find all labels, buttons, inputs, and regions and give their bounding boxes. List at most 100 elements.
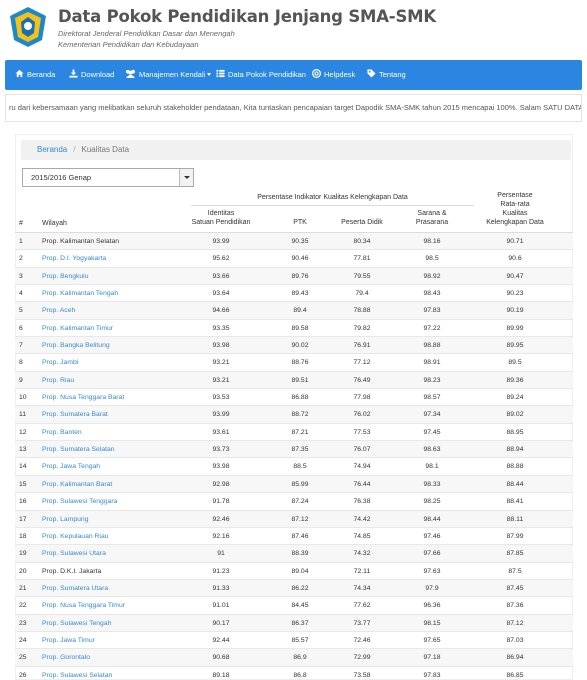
table-row: 6 Prop. Kalimantan Timur 93.35 89.58 79.82 97… [15,320,573,338]
row-wilayah[interactable]: Prop. Aceh [42,302,75,319]
row-wilayah[interactable]: Prop. Sumatera Barat [42,406,108,423]
caret-down-icon [207,73,212,76]
semester-select[interactable]: 2015/2016 Genap [22,168,194,187]
row-ptk: 86.9 [293,654,307,662]
row-wilayah[interactable]: Prop. Sumatera Utara [42,580,108,597]
breadcrumb-current: Kualitas Data [81,145,130,154]
nav-beranda[interactable]: Beranda [15,60,55,90]
row-sarana: 98.44 [423,515,441,523]
select-arrow-icon[interactable] [179,169,193,186]
row-wilayah[interactable]: Prop. Jambi [42,354,78,371]
row-wilayah[interactable]: Prop. Kalimantan Barat [42,476,112,493]
row-number: 4 [19,290,23,298]
table-row: 9 Prop. Riau 93.21 89.51 76.49 98.23 89.36 [15,371,573,390]
row-ptk: 88.39 [291,550,309,558]
row-wilayah[interactable]: Prop. Jawa Tengah [42,458,100,475]
row-wilayah[interactable]: Prop. Gorontalo [42,649,90,666]
nav-download[interactable]: Download [69,60,114,90]
header-no: # [19,220,23,227]
row-number: 2 [19,255,23,263]
row-identitas: 90.68 [212,654,230,662]
row-number: 16 [19,498,27,506]
table-row: 24 Prop. Jawa Timur 92.44 85.57 72.46 97.65 87… [15,632,573,650]
row-peserta-didik: 74.85 [353,532,371,540]
nav-helpdesk[interactable]: Helpdesk [312,60,355,90]
row-wilayah[interactable]: Prop. Bengkulu [42,268,88,285]
row-wilayah[interactable]: Prop. Nusa Tenggara Barat [42,389,124,406]
row-number: 6 [19,324,23,332]
table-row: 14 Prop. Jawa Tengah 93.98 88.5 74.94 98.1 88.… [15,458,573,476]
row-rata-rata: 89.36 [506,376,524,384]
row-number: 10 [19,394,27,402]
header-avg-line3: Kualitas [502,210,528,217]
row-wilayah[interactable]: Prop. Sulawesi Tenggara [42,493,117,510]
row-rata-rata: 90.19 [506,307,524,315]
row-number: 24 [19,636,27,644]
row-ptk: 87.35 [291,446,309,454]
tut-wuri-handayani-logo [10,7,46,47]
row-sarana: 98.5 [425,255,439,263]
row-sarana: 98.16 [423,238,441,245]
row-ptk: 86.37 [291,619,309,627]
row-wilayah[interactable]: Prop. D.I. Yogyakarta [42,250,106,267]
row-wilayah[interactable]: Prop. Sumatera Selatan [42,441,115,458]
nav-tentang[interactable]: Tentang [367,60,406,90]
row-number: 12 [19,428,27,436]
row-wilayah[interactable]: Prop. Bangka Belitung [42,337,110,354]
row-wilayah[interactable]: Prop. Sulawesi Selatan [42,667,112,680]
row-number: 14 [19,463,27,471]
row-sarana: 98.15 [423,619,441,627]
row-sarana: 97.83 [423,307,441,315]
row-identitas: 93.21 [212,376,230,384]
row-sarana: 97.22 [423,324,441,332]
row-wilayah[interactable]: Prop. Kepulauan Riau [42,528,109,545]
table-row: 7 Prop. Bangka Belitung 93.98 90.02 76.91 98.… [15,337,573,355]
table-row: 19 Prop. Sulawesi Utara 91 88.39 74.32 97.66 8… [15,545,573,563]
row-sarana: 98.92 [423,272,441,280]
row-wilayah[interactable]: Prop. Kalimantan Timur [42,320,113,337]
row-wilayah[interactable]: Prop. Riau [42,372,74,389]
nav-data-pokok-label: Data Pokok Pendidikan [228,70,306,79]
row-sarana: 97.9 [425,584,439,592]
row-wilayah[interactable]: Prop. Sulawesi Tengah [42,615,111,632]
table-row: 22 Prop. Nusa Tenggara Timur 91.01 84.45 77.… [15,597,573,615]
breadcrumb: Beranda / Kualitas Data [21,140,571,160]
support-icon [312,69,321,78]
row-rata-rata: 87.85 [506,550,524,558]
nav-data-pokok[interactable]: Data Pokok Pendidikan [216,60,306,90]
row-sarana: 98.33 [423,480,441,488]
row-wilayah[interactable]: Prop. Kalimantan Tengah [42,285,118,302]
row-wilayah[interactable]: Prop. Banten [42,424,82,441]
row-wilayah[interactable]: Prop. Sulawesi Utara [42,545,106,562]
row-peserta-didik: 79.55 [353,272,371,280]
table-row: 26 Prop. Sulawesi Selatan 89.18 86.8 73.58 97… [15,667,573,680]
row-rata-rata: 87.12 [506,619,524,627]
row-sarana: 97.45 [423,428,441,436]
row-peserta-didik: 74.42 [353,515,371,523]
row-rata-rata: 89.99 [506,324,524,332]
row-peserta-didik: 72.11 [353,567,371,575]
row-sarana: 98.25 [423,498,441,506]
row-sarana: 97.18 [423,654,441,662]
row-peserta-didik: 76.02 [353,411,371,419]
row-wilayah[interactable]: Prop. Nusa Tenggara Timur [42,597,125,614]
row-number: 26 [19,671,27,679]
row-sarana: 98.91 [423,359,441,367]
nav-manajemen-kendali[interactable]: Manajemen Kendali [125,60,212,90]
row-identitas: 92.98 [212,480,230,488]
row-number: 20 [19,567,27,575]
row-sarana: 97.63 [423,567,441,575]
row-peserta-didik: 76.44 [353,480,371,488]
row-ptk: 89.4 [293,307,307,315]
nav-download-label: Download [81,70,115,79]
table-row: 17 Prop. Lampung 92.46 87.12 74.42 98.44 88.11 [15,510,573,528]
row-wilayah[interactable]: Prop. Lampung [42,511,88,528]
header-ptk: PTK [293,219,307,226]
row-wilayah[interactable]: Prop. Jawa Timur [42,632,95,649]
row-ptk: 89.51 [291,376,309,384]
header-sarana-line1: Sarana & [417,210,447,217]
row-ptk: 88.72 [291,411,309,419]
breadcrumb-home-link[interactable]: Beranda [37,145,67,154]
row-identitas: 93.21 [212,359,230,367]
table-row: 11 Prop. Sumatera Barat 93.99 88.72 76.02 97.… [15,406,573,424]
